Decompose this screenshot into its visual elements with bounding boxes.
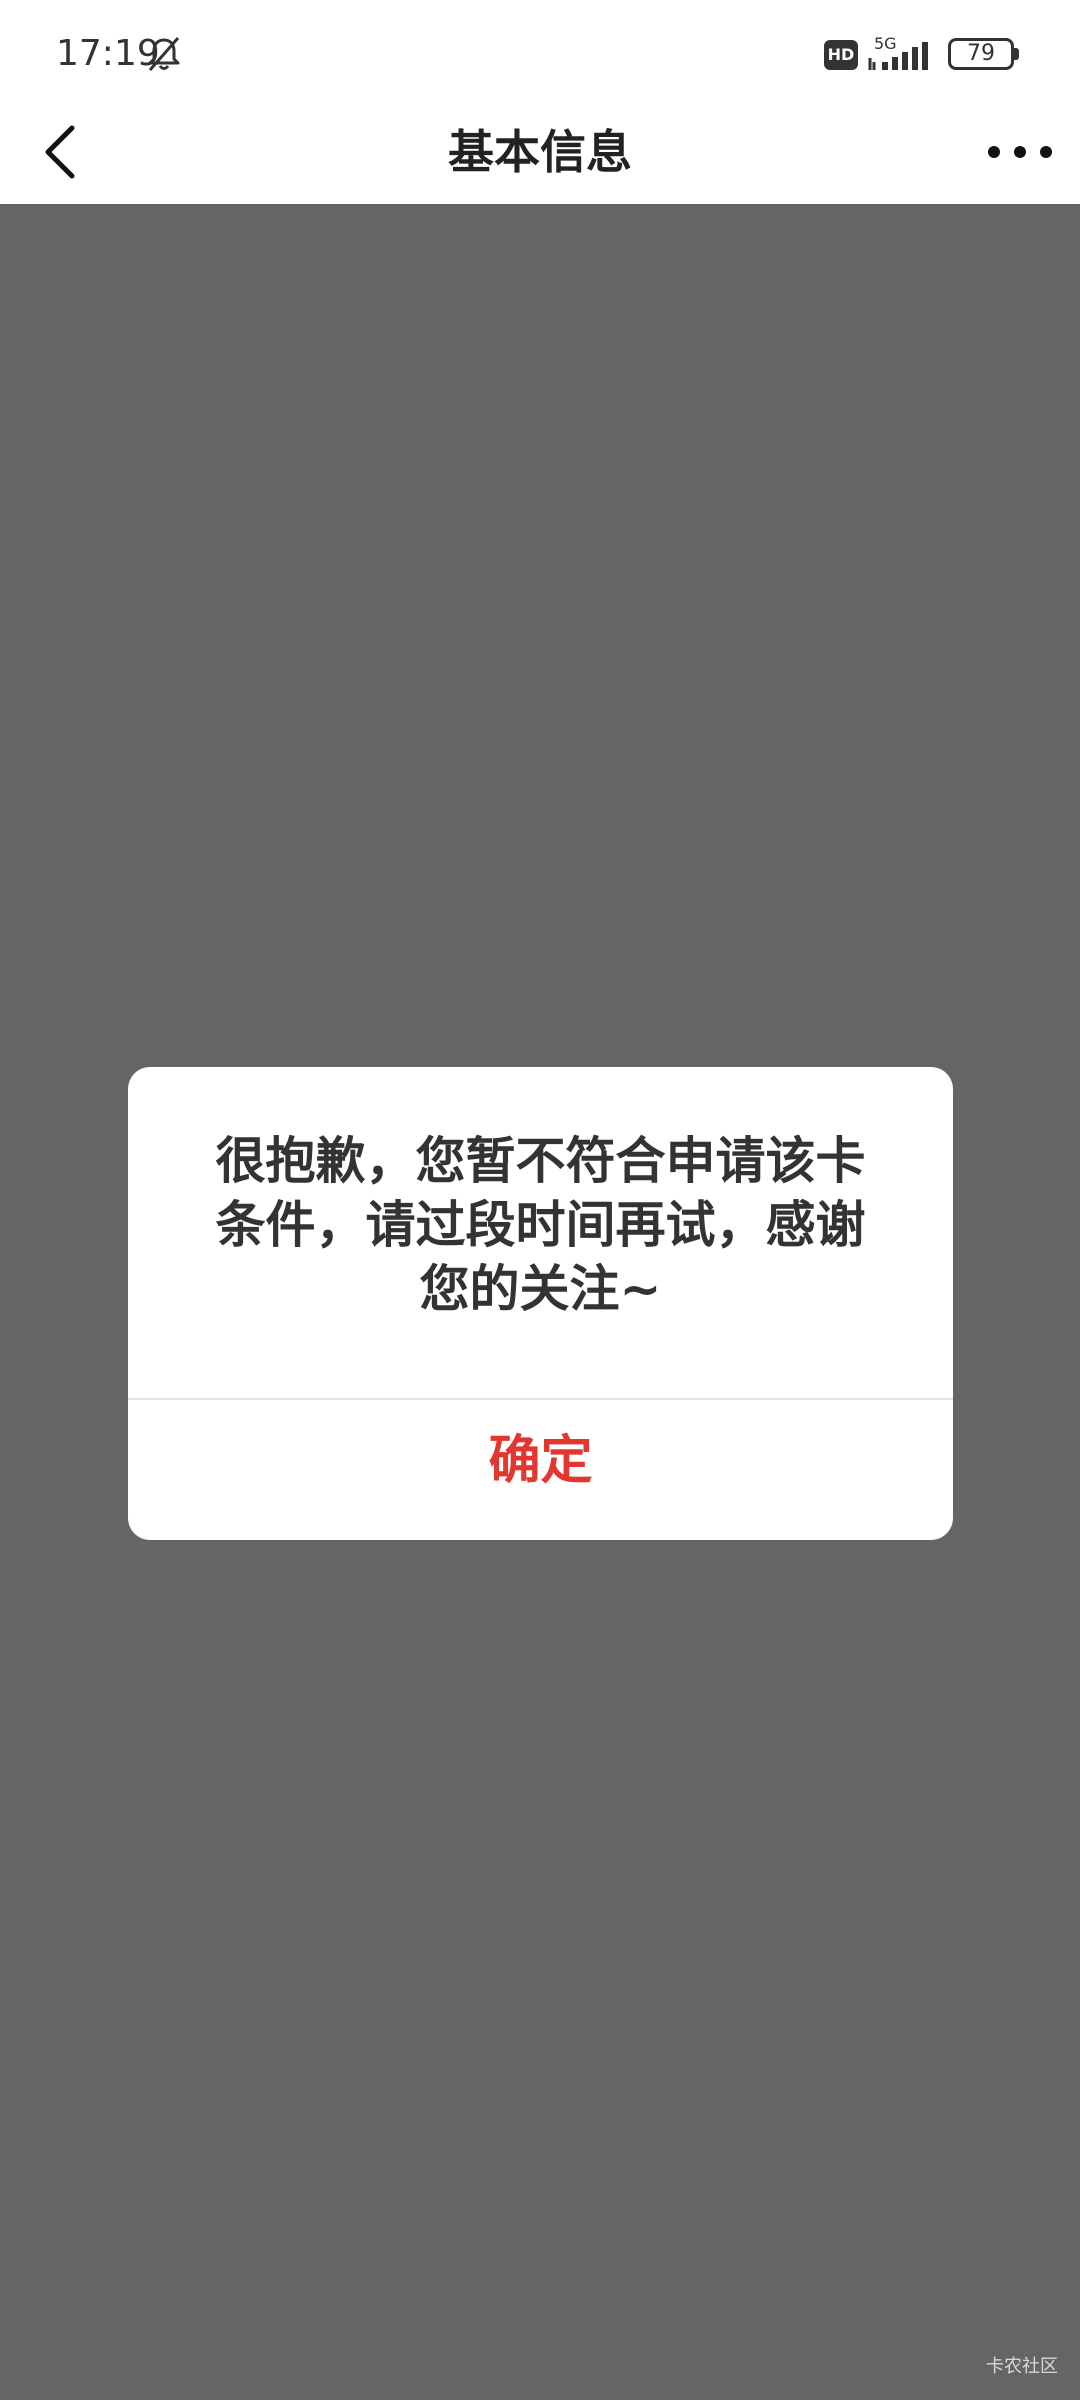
- nav-bar: 基本信息: [0, 100, 1080, 204]
- more-options-icon[interactable]: [984, 126, 1056, 178]
- page-title: 基本信息: [448, 125, 632, 179]
- bell-muted-icon: [148, 37, 180, 71]
- signal-icon: [868, 42, 928, 70]
- status-bar: 17:19 HD 5G 79: [0, 0, 1080, 100]
- dialog-message: 很抱歉，您暂不符合申请该卡条件，请过段时间再试，感谢您的关注~: [215, 1132, 866, 1318]
- battery-indicator: 79: [948, 38, 1014, 70]
- alert-dialog: 很抱歉，您暂不符合申请该卡条件，请过段时间再试，感谢您的关注~ 确定: [128, 1067, 953, 1540]
- watermark-text: 卡农社区: [986, 2356, 1058, 2377]
- hd-badge: HD: [824, 40, 858, 70]
- confirm-button[interactable]: 确定: [128, 1400, 953, 1540]
- back-button[interactable]: [36, 114, 106, 190]
- battery-tip: [1014, 48, 1019, 60]
